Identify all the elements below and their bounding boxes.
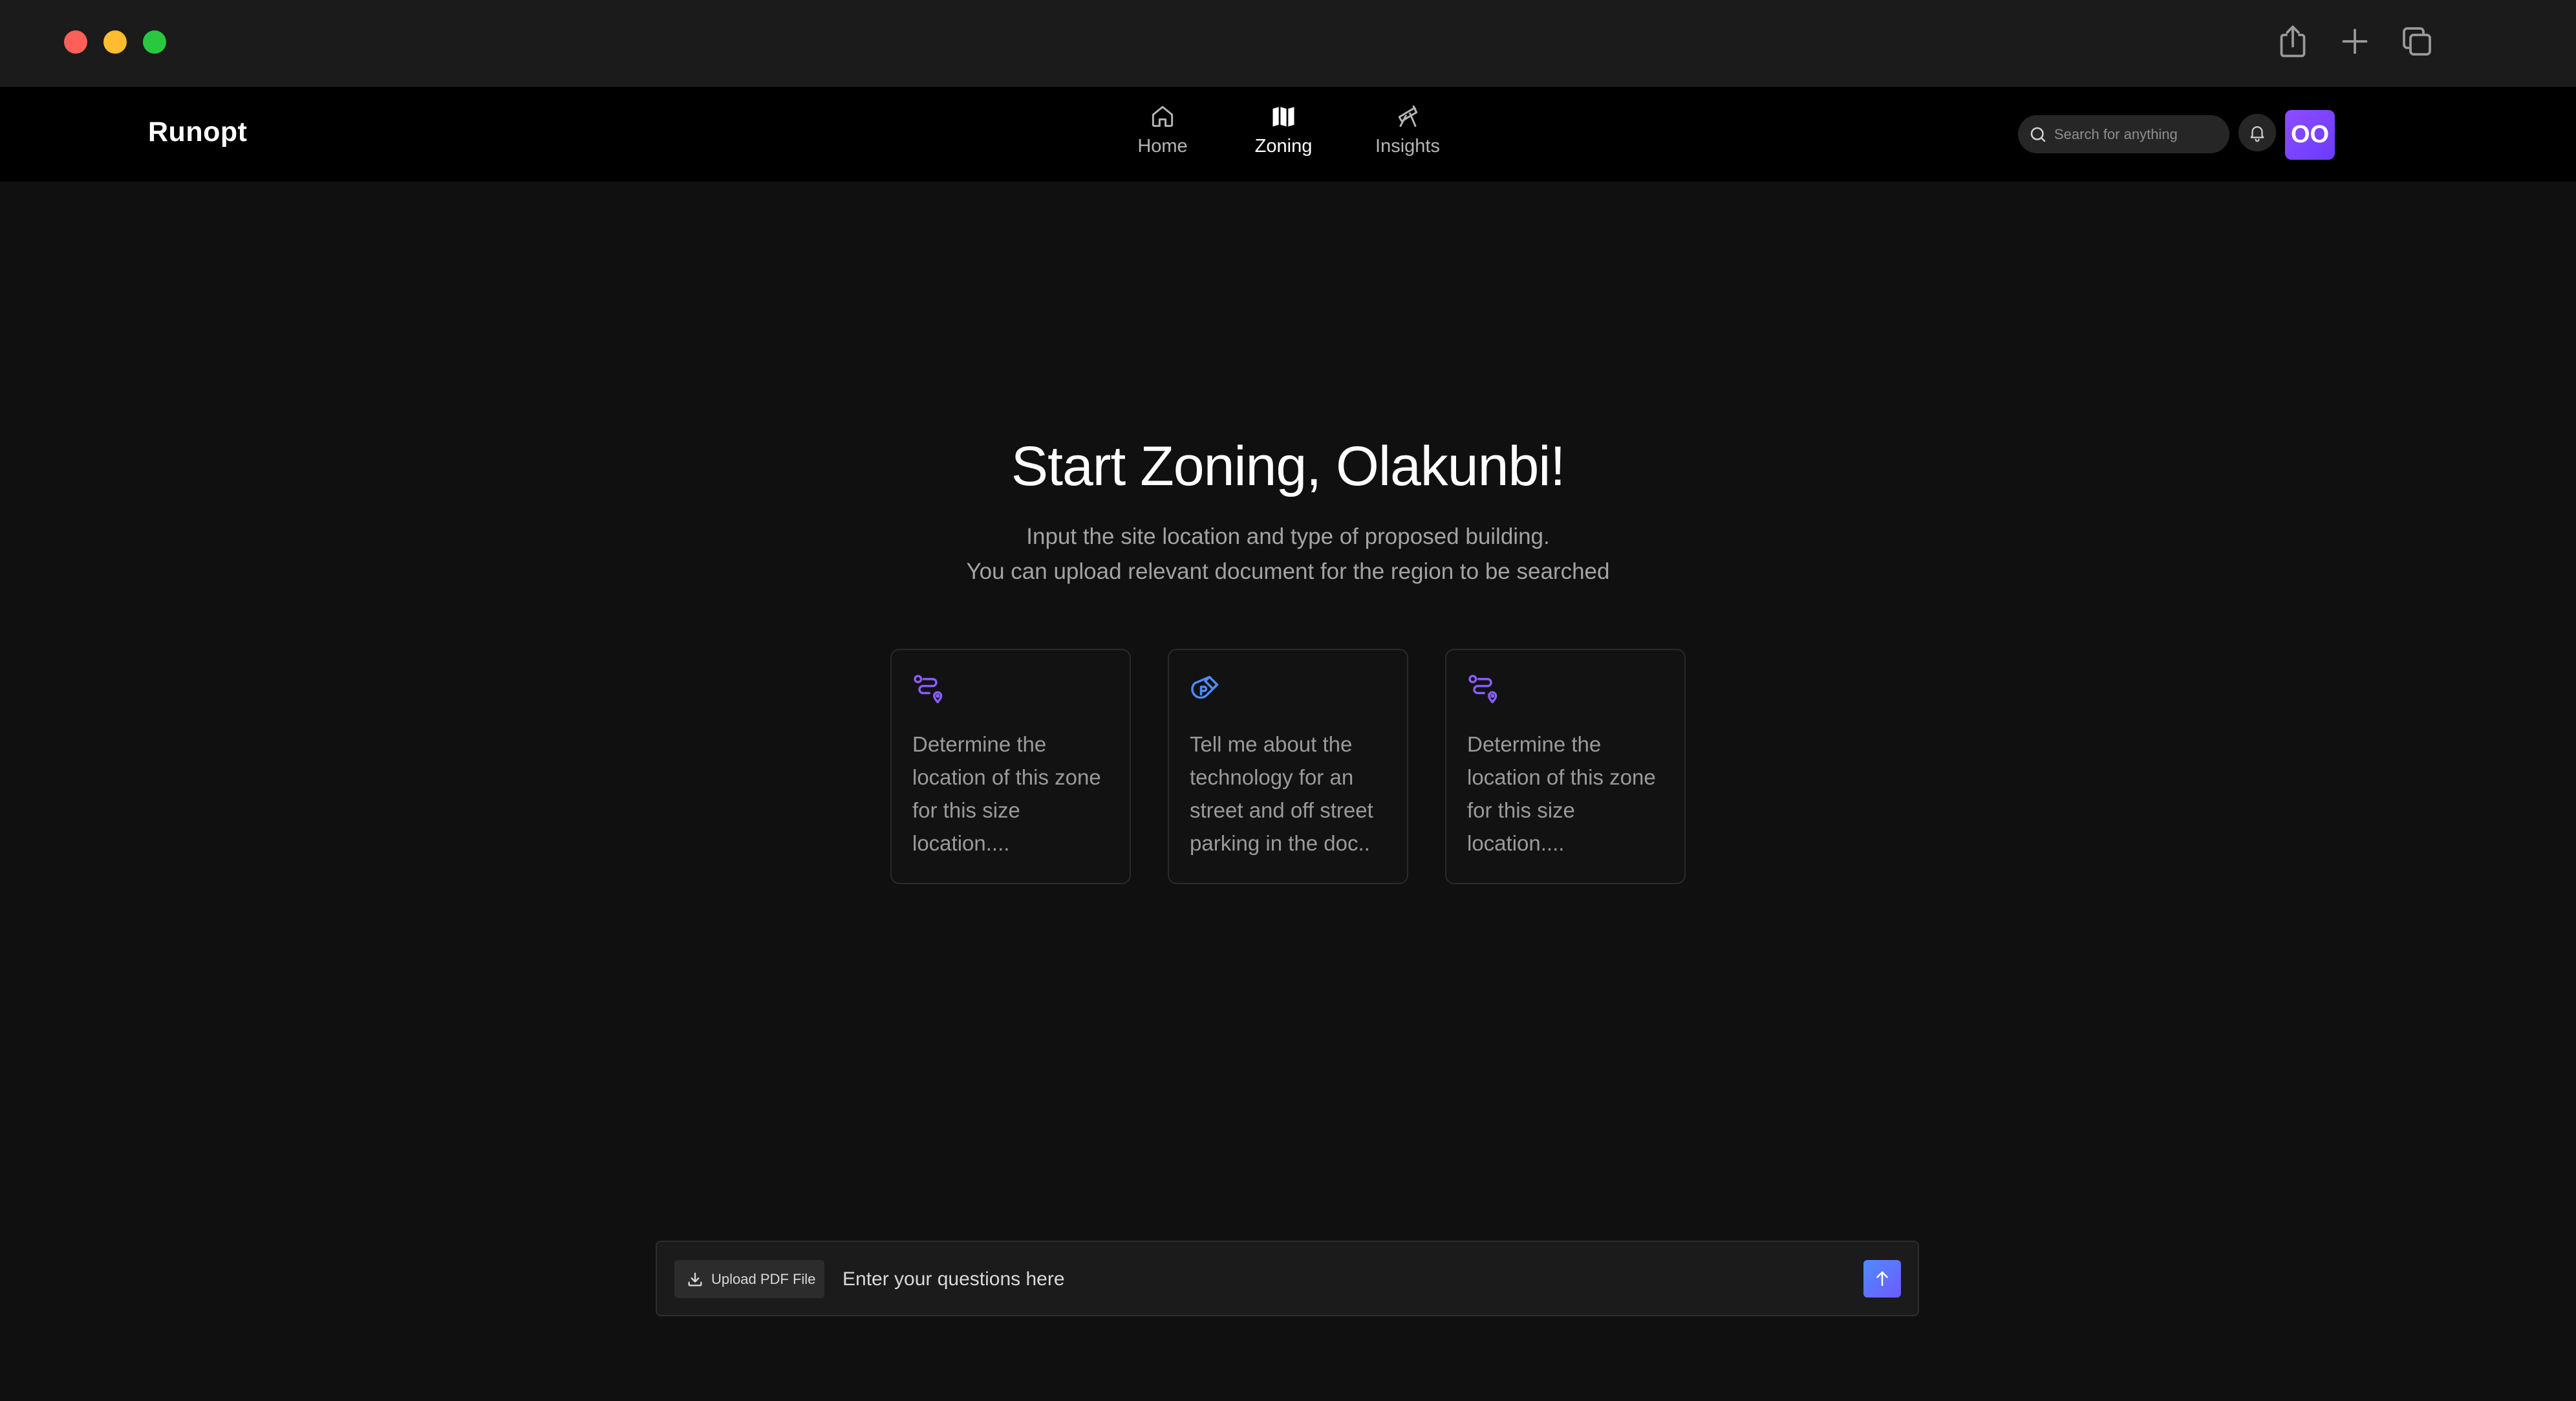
nav-item-label: Zoning <box>1254 136 1313 157</box>
bell-icon <box>2250 126 2264 142</box>
share-icon[interactable] <box>2273 22 2312 61</box>
page-subtitle-line-2: You can upload relevant document for the… <box>966 559 1610 584</box>
brand-logo[interactable]: Runopt <box>148 116 247 148</box>
upload-pdf-button[interactable]: Upload PDF File <box>674 1260 824 1298</box>
copy-windows-icon[interactable] <box>2398 22 2436 61</box>
suggestion-card-text: Tell me about the technology for an stre… <box>1190 732 1373 855</box>
nav-item-home[interactable]: Home <box>1111 102 1214 167</box>
app-window: Runopt Home Zoning Insights Search for a… <box>0 0 2576 1401</box>
home-icon <box>1152 105 1174 127</box>
search-icon <box>2030 127 2046 142</box>
nav-item-zoning[interactable]: Zoning <box>1232 102 1335 167</box>
nav-item-insights[interactable]: Insights <box>1356 102 1459 167</box>
suggestion-card[interactable]: Determine the location of this zone for … <box>1445 649 1686 884</box>
window-titlebar <box>0 0 2576 87</box>
maximize-window-button[interactable] <box>143 30 166 54</box>
upload-pdf-label: Upload PDF File <box>711 1271 816 1287</box>
page-title: Start Zoning, Olakunbi! <box>1011 435 1566 497</box>
nav-item-label: Insights <box>1375 136 1440 157</box>
page-subtitle-line-1: Input the site location and type of prop… <box>1026 524 1550 549</box>
close-window-button[interactable] <box>64 30 87 54</box>
search-box[interactable] <box>2018 115 2229 153</box>
user-avatar[interactable]: OO <box>2285 110 2335 160</box>
plus-icon[interactable] <box>2335 22 2374 61</box>
suggestion-card-text: Determine the location of this zone for … <box>1467 732 1656 855</box>
arrow-up-icon <box>1876 1271 1888 1287</box>
notifications-button[interactable] <box>2238 114 2276 151</box>
map-icon <box>1272 107 1294 127</box>
question-input[interactable] <box>843 1260 1851 1298</box>
parking-magnet-icon <box>1188 672 1222 706</box>
nav-item-label: Home <box>1137 136 1188 157</box>
suggestion-card[interactable]: Determine the location of this zone for … <box>890 649 1131 884</box>
route-icon <box>911 672 945 706</box>
question-composer: Upload PDF File <box>656 1241 1919 1316</box>
suggestion-card[interactable]: Tell me about the technology for an stre… <box>1168 649 1408 884</box>
download-icon <box>688 1272 702 1287</box>
send-button[interactable] <box>1863 1260 1901 1298</box>
telescope-icon <box>1398 105 1418 127</box>
route-icon <box>1466 672 1499 706</box>
minimize-window-button[interactable] <box>103 30 127 54</box>
search-input[interactable] <box>2054 115 2222 153</box>
top-navigation: Runopt Home Zoning Insights Search for a… <box>0 87 2576 182</box>
suggestion-card-text: Determine the location of this zone for … <box>912 732 1101 855</box>
